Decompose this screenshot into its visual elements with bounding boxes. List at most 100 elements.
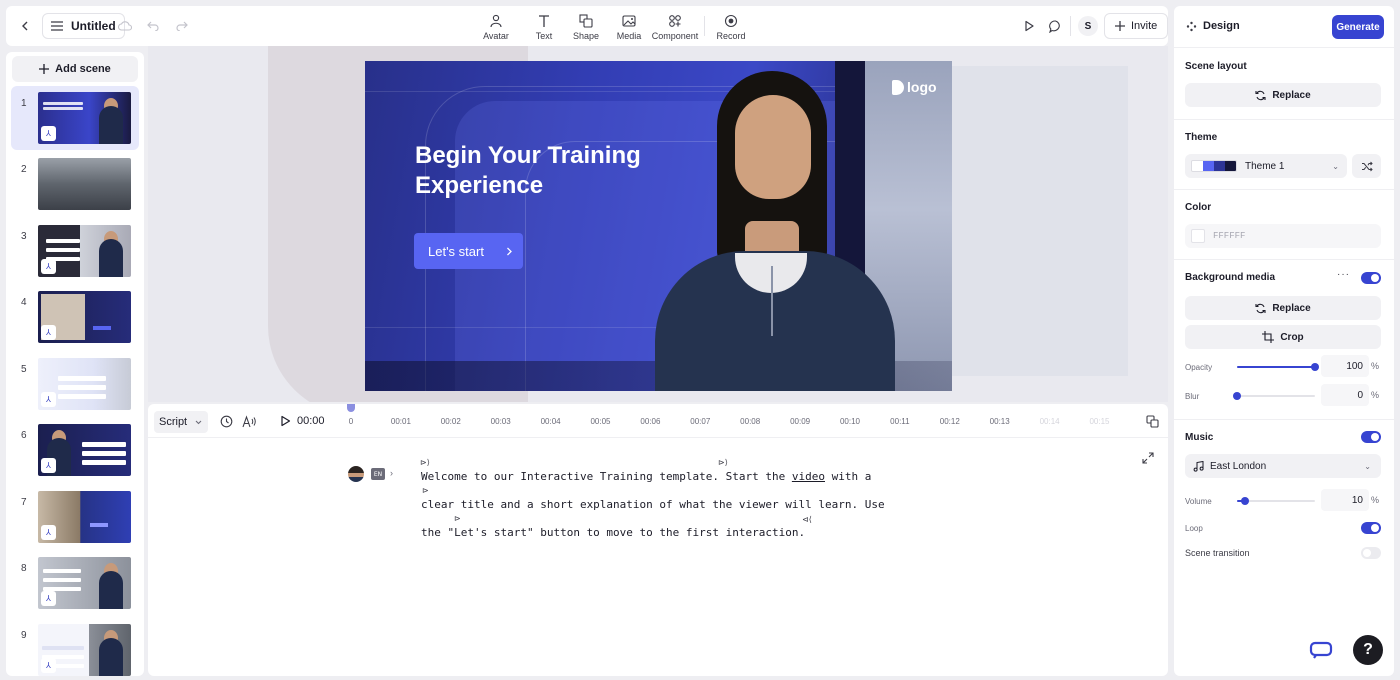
design-panel-header: Design Generate [1174,6,1394,48]
scene-thumbnail: ⅄ [38,291,131,343]
shuffle-theme-button[interactable] [1352,154,1381,178]
timer-button[interactable] [218,413,234,429]
scene-item-1[interactable]: 1 ⅄ [11,86,139,150]
avatar-icon [490,14,502,27]
volume-slider-knob[interactable] [1240,497,1249,505]
music-toggle[interactable] [1361,431,1381,443]
tool-shape[interactable]: Shape [570,11,602,43]
scene-item-3[interactable]: 3 ⅄ [11,219,139,283]
back-button[interactable] [12,13,38,39]
current-time: 00:00 [297,415,325,427]
slide-preview[interactable]: Begin Your Training Experience Let's sta… [365,61,952,391]
background-media-section: Background media ··· Replace Crop Opacit… [1174,260,1394,420]
scene-item-4[interactable]: 4 ⅄ [11,285,139,349]
tool-media[interactable]: Media [613,11,645,43]
media-icon [622,14,636,27]
scene-number: 3 [21,231,27,242]
chevron-right-icon[interactable]: › [390,468,393,478]
scene-thumbnail: ⅄ [38,424,131,476]
scene-item-6[interactable]: 6 ⅄ [11,418,139,482]
pause-marker-icon[interactable]: ⊲⟨ [802,515,812,524]
pause-marker-icon[interactable]: ⊳⟩ [718,458,728,467]
timeline-tick: 00:09 [790,417,811,426]
support-chat-button[interactable] [1308,638,1334,662]
scene-layout-section: Scene layout Replace [1174,49,1394,120]
tool-avatar[interactable]: Avatar [480,11,512,43]
background-media-label: Background media [1185,272,1276,283]
color-swatch[interactable] [1191,229,1205,243]
music-label: Music [1185,432,1214,443]
comment-icon [1048,19,1060,33]
speaker-avatar[interactable] [348,466,364,482]
scene-item-5[interactable]: 5 ⅄ [11,352,139,416]
slide-title[interactable]: Begin Your Training Experience [415,141,685,201]
thumbnail-avatar [99,106,123,144]
script-editor[interactable]: EN › ⊳⟩ ⊳⟩ Welcome to our Interactive Tr… [148,438,1168,676]
canvas-area[interactable]: Begin Your Training Experience Let's sta… [148,46,1168,402]
script-link[interactable]: video [792,470,825,483]
preview-play-button[interactable] [1016,13,1042,39]
blur-slider[interactable] [1233,392,1315,400]
scene-item-7[interactable]: 7 ⅄ [11,485,139,549]
opacity-slider[interactable] [1237,363,1319,371]
opacity-input[interactable]: 100 [1321,355,1369,377]
scene-thumbnail: ⅄ [38,92,131,144]
undo-button[interactable] [140,13,166,39]
thumbnail-cards [82,442,126,447]
script-line-3[interactable]: the "Let's start" button to move to the … [421,526,805,539]
user-avatar[interactable]: S [1078,16,1098,36]
script-line-2[interactable]: clear title and a short explanation of w… [421,498,885,511]
language-badge[interactable]: EN [371,468,385,480]
replace-media-button[interactable]: Replace [1185,296,1381,320]
replace-layout-button[interactable]: Replace [1185,83,1381,107]
pause-marker-icon[interactable]: ⊳⟩ [420,458,430,467]
scene-transition-toggle[interactable] [1361,547,1381,559]
tool-component[interactable]: Component [651,11,699,43]
expand-editor-button[interactable] [1142,452,1154,467]
theme-dropdown[interactable]: Theme 1 ⌄ [1185,154,1347,178]
scene-item-8[interactable]: 8 ⅄ [11,551,139,615]
invite-button[interactable]: Invite [1104,13,1169,39]
voice-settings-button[interactable] [241,413,257,429]
music-track-dropdown[interactable]: East London ⌄ [1185,454,1381,478]
more-options-icon[interactable]: ··· [1337,269,1350,280]
background-media-toggle[interactable] [1361,272,1381,284]
slide-logo[interactable]: logo [892,79,937,95]
design-tab[interactable]: Design [1186,20,1240,32]
slide-cta-label: Let's start [428,243,484,259]
theme-swatch [1203,161,1214,171]
theme-label: Theme [1185,132,1218,143]
generate-button[interactable]: Generate [1332,15,1384,39]
scene-item-2[interactable]: 2 [11,152,139,216]
script-line-1[interactable]: Welcome to our Interactive Training temp… [421,470,871,483]
avatar-badge-icon: ⅄ [41,325,56,340]
script-text: Welcome to our Interactive Training temp… [421,470,792,483]
crop-button[interactable]: Crop [1185,325,1381,349]
blur-input[interactable]: 0 [1321,384,1369,406]
scene-item-9[interactable]: 9 ⅄ [11,618,139,676]
pause-marker-icon[interactable]: ⊳ [454,514,461,523]
timeline-layout-button[interactable] [1144,413,1160,429]
menu-icon [51,21,63,31]
tool-record[interactable]: Record [711,11,751,43]
help-button[interactable]: ? [1353,635,1383,665]
blur-slider-knob[interactable] [1233,392,1241,400]
replace-icon [1255,90,1266,100]
timeline-playhead[interactable] [347,404,355,412]
comments-button[interactable] [1042,13,1068,39]
pause-marker-icon[interactable]: ⊳ [422,486,429,495]
volume-input[interactable]: 10 [1321,489,1369,511]
redo-button[interactable] [169,13,195,39]
color-field[interactable]: FFFFFF [1185,224,1381,248]
add-scene-button[interactable]: Add scene [12,56,138,82]
tool-component-label: Component [651,30,699,41]
loop-toggle[interactable] [1361,522,1381,534]
text-icon [539,14,549,27]
timeline-play-button[interactable] [277,413,293,429]
slide-cta-button[interactable]: Let's start [414,233,523,269]
tool-text[interactable]: Text [528,11,560,43]
script-mode-dropdown[interactable]: Script [154,411,208,433]
opacity-slider-knob[interactable] [1311,363,1319,371]
crop-label: Crop [1280,331,1304,343]
volume-slider[interactable] [1237,497,1315,505]
